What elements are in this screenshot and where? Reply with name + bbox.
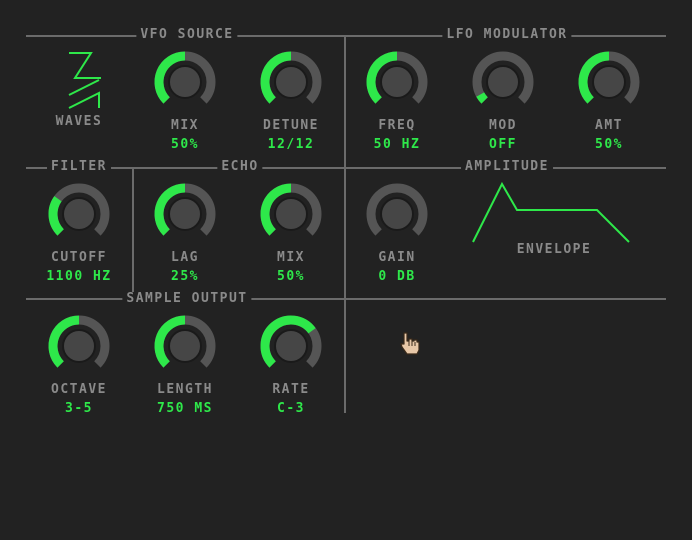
section-title-lfo-modulator: LFO MODULATOR <box>442 28 572 42</box>
waves-label: WAVES <box>55 114 103 129</box>
filter-echo-vertical-divider <box>132 167 134 298</box>
vfo-mix-value: 50% <box>171 137 199 152</box>
gain-knob[interactable] <box>365 182 429 246</box>
gain-label: GAIN <box>378 250 416 265</box>
sawtooth-wave-icon[interactable] <box>49 50 109 110</box>
freq-value: 50 HZ <box>373 137 421 152</box>
center-vertical-divider <box>344 35 346 413</box>
length-value: 750 MS <box>157 401 213 416</box>
detune-value: 12/12 <box>267 137 315 152</box>
mod-control[interactable]: MOD OFF <box>455 50 551 153</box>
detune-control[interactable]: DETUNE 12/12 <box>243 50 339 153</box>
echo-mix-knob[interactable] <box>259 182 323 246</box>
freq-knob[interactable] <box>365 50 429 114</box>
octave-knob[interactable] <box>47 314 111 378</box>
echo-mix-control[interactable]: MIX 50% <box>243 182 339 285</box>
octave-label: OCTAVE <box>51 382 107 397</box>
section-title-sample-output: SAMPLE OUTPUT <box>122 292 252 306</box>
adsr-envelope-icon[interactable] <box>469 182 639 246</box>
detune-knob[interactable] <box>259 50 323 114</box>
cutoff-label: CUTOFF <box>51 250 107 265</box>
length-knob[interactable] <box>153 314 217 378</box>
echo-mix-label: MIX <box>277 250 305 265</box>
hand-pointer-icon <box>400 332 420 355</box>
rate-label: RATE <box>272 382 310 397</box>
length-label: LENGTH <box>157 382 213 397</box>
amt-knob[interactable] <box>577 50 641 114</box>
mod-label: MOD <box>489 118 517 133</box>
octave-value: 3-5 <box>65 401 93 416</box>
cutoff-control[interactable]: CUTOFF 1100 HZ <box>31 182 127 285</box>
amt-control[interactable]: AMT 50% <box>561 50 657 153</box>
rate-control[interactable]: RATE C-3 <box>243 314 339 417</box>
lag-control[interactable]: LAG 25% <box>137 182 233 285</box>
section-title-amplitude: AMPLITUDE <box>461 160 553 174</box>
length-control[interactable]: LENGTH 750 MS <box>137 314 233 417</box>
gain-value: 0 DB <box>378 269 416 284</box>
vfo-mix-label: MIX <box>171 118 199 133</box>
lag-knob[interactable] <box>153 182 217 246</box>
detune-label: DETUNE <box>263 118 319 133</box>
mod-value: OFF <box>489 137 517 152</box>
freq-label: FREQ <box>378 118 416 133</box>
gain-control[interactable]: GAIN 0 DB <box>349 182 445 285</box>
mod-knob[interactable] <box>471 50 535 114</box>
envelope-control[interactable]: ENVELOPE <box>469 182 639 258</box>
envelope-label: ENVELOPE <box>516 242 592 257</box>
lag-label: LAG <box>171 250 199 265</box>
echo-mix-value: 50% <box>277 269 305 284</box>
section-title-echo: ECHO <box>217 160 263 174</box>
amt-value: 50% <box>595 137 623 152</box>
section-title-vfo-source: VFO SOURCE <box>136 28 238 42</box>
vfo-mix-knob[interactable] <box>153 50 217 114</box>
lag-value: 25% <box>171 269 199 284</box>
section-title-filter: FILTER <box>47 160 111 174</box>
rate-value: C-3 <box>277 401 305 416</box>
amt-label: AMT <box>595 118 623 133</box>
rate-knob[interactable] <box>259 314 323 378</box>
cutoff-value: 1100 HZ <box>46 269 112 284</box>
waves-control[interactable]: WAVES <box>31 50 127 130</box>
freq-control[interactable]: FREQ 50 HZ <box>349 50 445 153</box>
vfo-mix-control[interactable]: MIX 50% <box>137 50 233 153</box>
cutoff-knob[interactable] <box>47 182 111 246</box>
octave-control[interactable]: OCTAVE 3-5 <box>31 314 127 417</box>
